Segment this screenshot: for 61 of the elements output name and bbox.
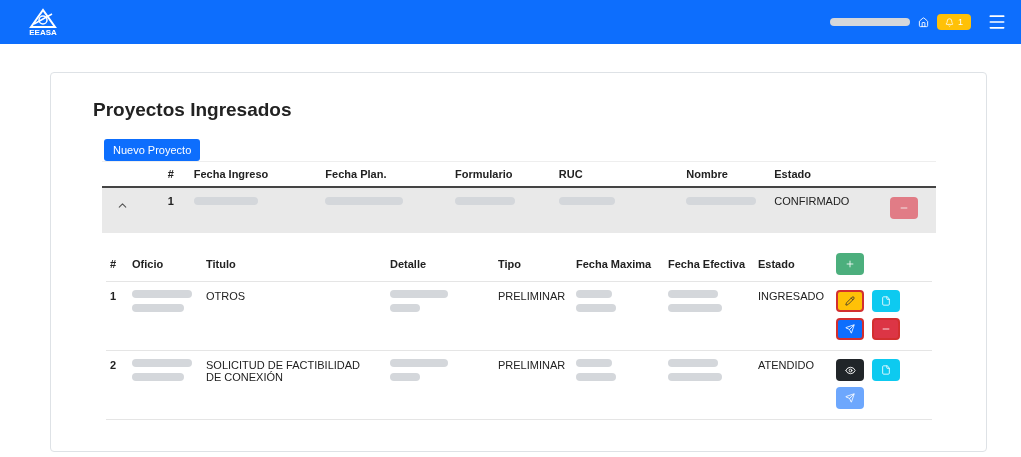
table-cell: INGRESADO <box>758 290 824 302</box>
blurred-text <box>668 304 722 312</box>
table-cell: CONFIRMADO <box>774 195 850 207</box>
blurred-text <box>576 373 616 381</box>
view-button[interactable] <box>836 359 864 381</box>
column-header: Estado <box>774 168 811 180</box>
page-title: Proyectos Ingresados <box>93 99 293 121</box>
blurred-text <box>576 359 612 367</box>
table-cell: PRELIMINAR <box>498 290 566 302</box>
column-header: Estado <box>758 258 795 270</box>
send-icon <box>845 393 855 403</box>
table-cell: PRELIMINAR <box>498 359 566 371</box>
send-button[interactable] <box>836 318 864 340</box>
column-header: Detalle <box>390 258 427 270</box>
bell-icon <box>945 17 954 27</box>
send-icon <box>845 324 855 334</box>
blurred-text <box>390 304 420 312</box>
table-cell: OTROS <box>206 290 246 302</box>
column-header: # <box>167 168 174 180</box>
file-icon <box>881 296 891 306</box>
home-icon[interactable] <box>918 16 929 28</box>
column-header: Titulo <box>206 258 236 270</box>
table-cell: 1 <box>110 290 117 302</box>
blurred-text <box>390 373 420 381</box>
column-header: Fecha Efectiva <box>668 258 746 270</box>
file-icon <box>881 365 891 375</box>
column-header: Fecha Maxima <box>576 258 652 270</box>
table-cell: ATENDIDO <box>758 359 815 371</box>
blurred-text <box>132 304 184 312</box>
table-cell: 2 <box>110 359 117 371</box>
blurred-text <box>668 290 718 298</box>
edit-button[interactable] <box>836 290 864 312</box>
table-cell: 1 <box>167 195 174 207</box>
plus-icon <box>845 259 855 269</box>
blurred-text <box>668 373 722 381</box>
logo-text: EEASA <box>29 27 57 37</box>
blurred-text <box>576 290 612 298</box>
logo-icon <box>28 7 58 28</box>
column-header: Oficio <box>132 258 164 270</box>
column-header: Nombre <box>686 168 728 180</box>
blurred-text <box>390 290 448 298</box>
blurred-text <box>132 290 192 298</box>
menu-icon[interactable] <box>987 12 1007 32</box>
column-header: RUC <box>558 168 583 180</box>
pencil-icon <box>845 296 855 306</box>
blurred-text <box>576 304 616 312</box>
blurred-text <box>668 359 718 367</box>
column-header: Formulario <box>455 168 513 180</box>
eye-icon <box>844 364 856 376</box>
blurred-text <box>390 359 448 367</box>
add-button[interactable] <box>836 253 864 275</box>
column-header: Tipo <box>498 258 521 270</box>
column-header: # <box>110 258 117 270</box>
column-header: Fecha Ingreso <box>193 168 269 180</box>
delete-button[interactable] <box>872 318 900 340</box>
new-project-button[interactable]: Nuevo Proyecto <box>104 139 201 161</box>
blurred-text <box>132 359 192 367</box>
blurred-text <box>132 373 184 381</box>
column-header: Fecha Plan. <box>325 168 387 180</box>
notification-count: 1 <box>958 17 963 27</box>
table-cell-text: SOLICITUD DE FACTIBILIDAD DE CONEXIÓN <box>206 359 362 383</box>
